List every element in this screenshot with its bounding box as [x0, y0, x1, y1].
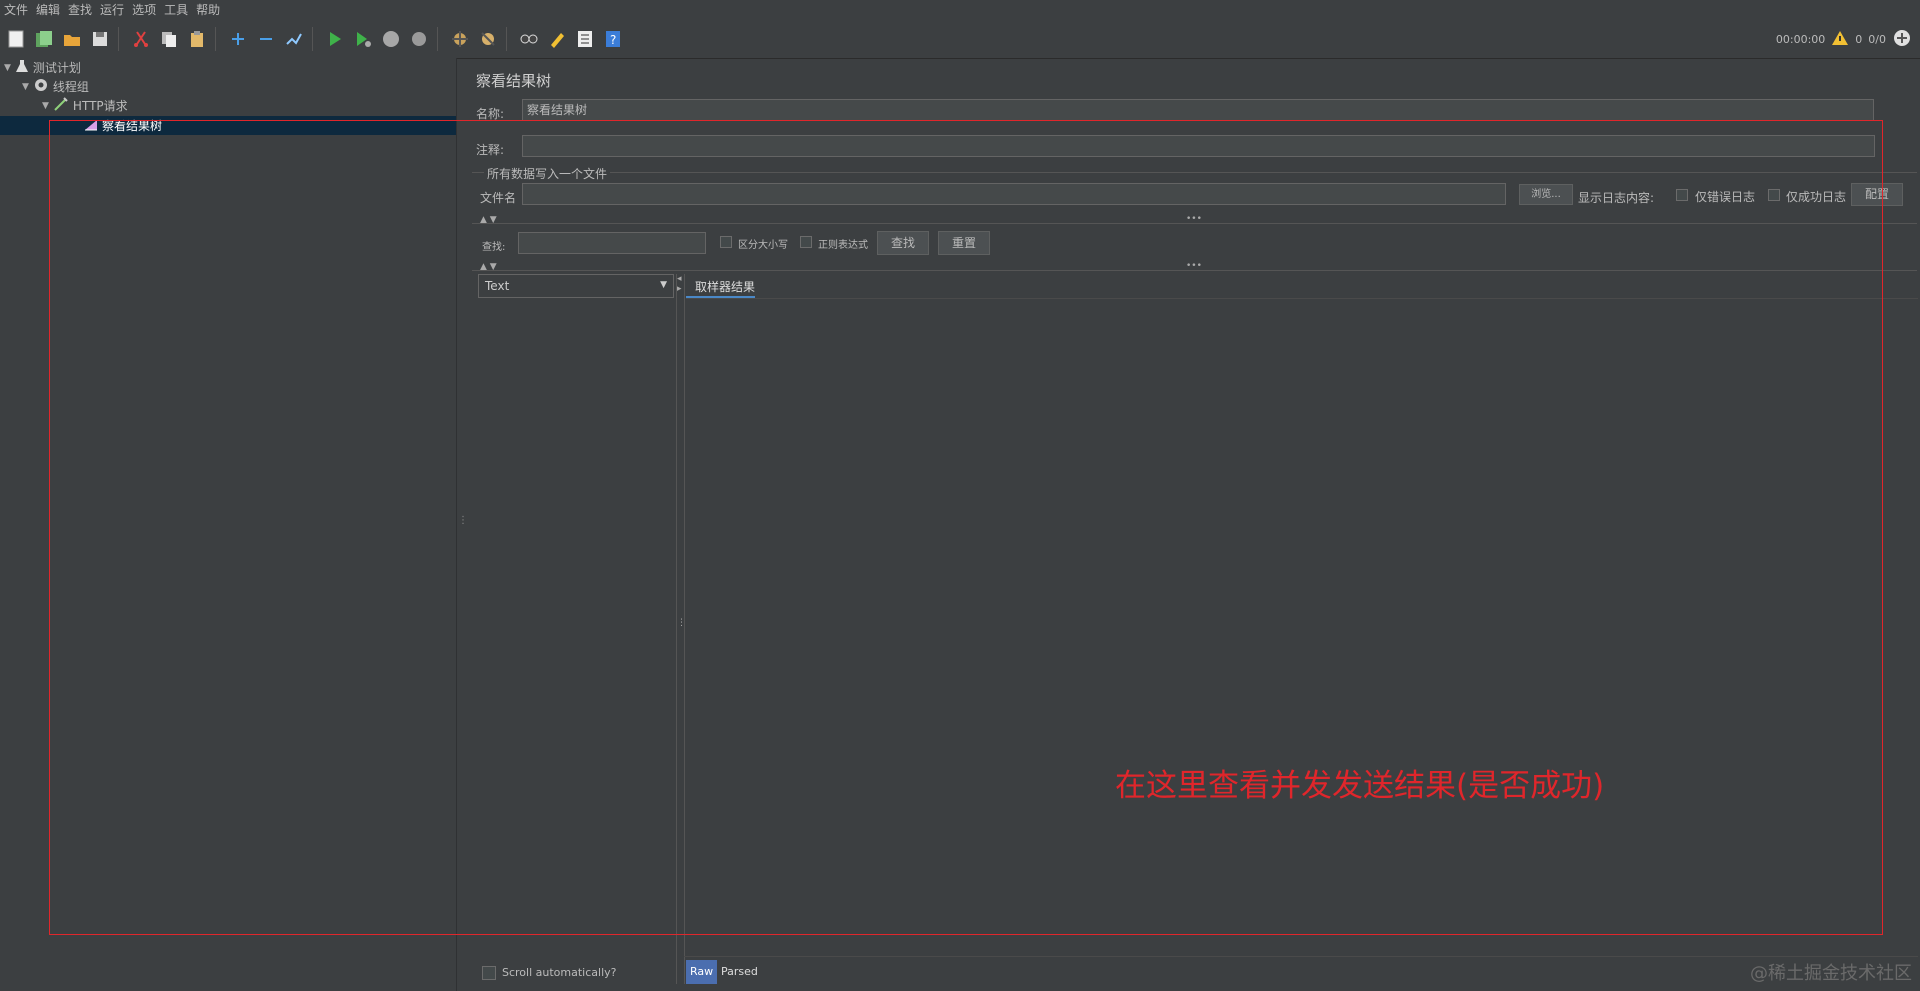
- menu-run[interactable]: 运行: [96, 0, 128, 20]
- toggle-icon[interactable]: [282, 27, 306, 51]
- name-field[interactable]: 察看结果树: [522, 99, 1874, 121]
- elapsed-time: 00:00:00: [1775, 32, 1826, 46]
- remote-add-icon[interactable]: [1892, 28, 1912, 51]
- tree-label: HTTP请求: [72, 99, 128, 113]
- tab-parsed[interactable]: Parsed: [721, 965, 758, 978]
- gear-icon: [33, 77, 49, 96]
- collapse-icon[interactable]: [254, 27, 278, 51]
- clear-icon[interactable]: [448, 27, 472, 51]
- function-helper-icon[interactable]: [573, 27, 597, 51]
- menu-help[interactable]: 帮助: [192, 0, 224, 20]
- tree-label: 线程组: [52, 80, 89, 94]
- expand-icon[interactable]: [226, 27, 250, 51]
- paste-icon[interactable]: [185, 27, 209, 51]
- tree-label: 测试计划: [32, 61, 81, 75]
- start-no-pause-icon[interactable]: [351, 27, 375, 51]
- search-icon[interactable]: [517, 27, 541, 51]
- cut-icon[interactable]: [129, 27, 153, 51]
- page-title: 察看结果树: [476, 72, 552, 90]
- clear-all-icon[interactable]: [476, 27, 500, 51]
- menu-tools[interactable]: 工具: [160, 0, 192, 20]
- menu-options[interactable]: 选项: [128, 0, 160, 20]
- open-icon[interactable]: [60, 27, 84, 51]
- tree-node-thread-group[interactable]: ▼ 线程组: [22, 77, 89, 96]
- watermark: @稀土掘金技术社区: [1750, 963, 1912, 984]
- toolbar: ? 00:00:00 0 0/0: [0, 20, 1920, 59]
- templates-icon[interactable]: [32, 27, 56, 51]
- menu-edit[interactable]: 编辑: [32, 0, 64, 20]
- chevron-down-icon[interactable]: ▼: [42, 101, 49, 111]
- shutdown-icon[interactable]: [407, 27, 431, 51]
- warning-count: 0: [1855, 32, 1863, 46]
- save-icon[interactable]: [88, 27, 112, 51]
- flask-icon: [15, 59, 29, 76]
- new-icon[interactable]: [4, 27, 28, 51]
- tab-raw[interactable]: Raw: [686, 960, 718, 984]
- scroll-auto-label: Scroll automatically?: [502, 966, 617, 979]
- run-status: 00:00:00 0 0/0: [1776, 20, 1912, 58]
- chevron-down-icon[interactable]: ▼: [4, 63, 11, 73]
- copy-icon[interactable]: [157, 27, 181, 51]
- stop-icon[interactable]: [379, 27, 403, 51]
- pipette-icon: [53, 96, 69, 115]
- help-icon[interactable]: ?: [601, 27, 625, 51]
- annotation-text: 在这里查看并发发送结果(是否成功): [1115, 768, 1605, 804]
- tree-node-test-plan[interactable]: ▼ 测试计划: [4, 58, 81, 77]
- menu-bar: 文件 编辑 查找 运行 选项 工具 帮助: [0, 0, 1920, 20]
- warning-icon[interactable]: [1831, 30, 1849, 49]
- scroll-auto-checkbox[interactable]: [482, 966, 496, 980]
- svg-text:?: ?: [610, 33, 616, 47]
- start-icon[interactable]: [323, 27, 347, 51]
- tree-node-http-request[interactable]: ▼ HTTP请求: [42, 96, 128, 115]
- menu-file[interactable]: 文件: [0, 0, 32, 20]
- menu-search[interactable]: 查找: [64, 0, 96, 20]
- reset-search-icon[interactable]: [545, 27, 569, 51]
- chevron-down-icon[interactable]: ▼: [22, 82, 29, 92]
- active-threads: 0/0: [1868, 32, 1886, 46]
- annotation-box: [49, 120, 1883, 935]
